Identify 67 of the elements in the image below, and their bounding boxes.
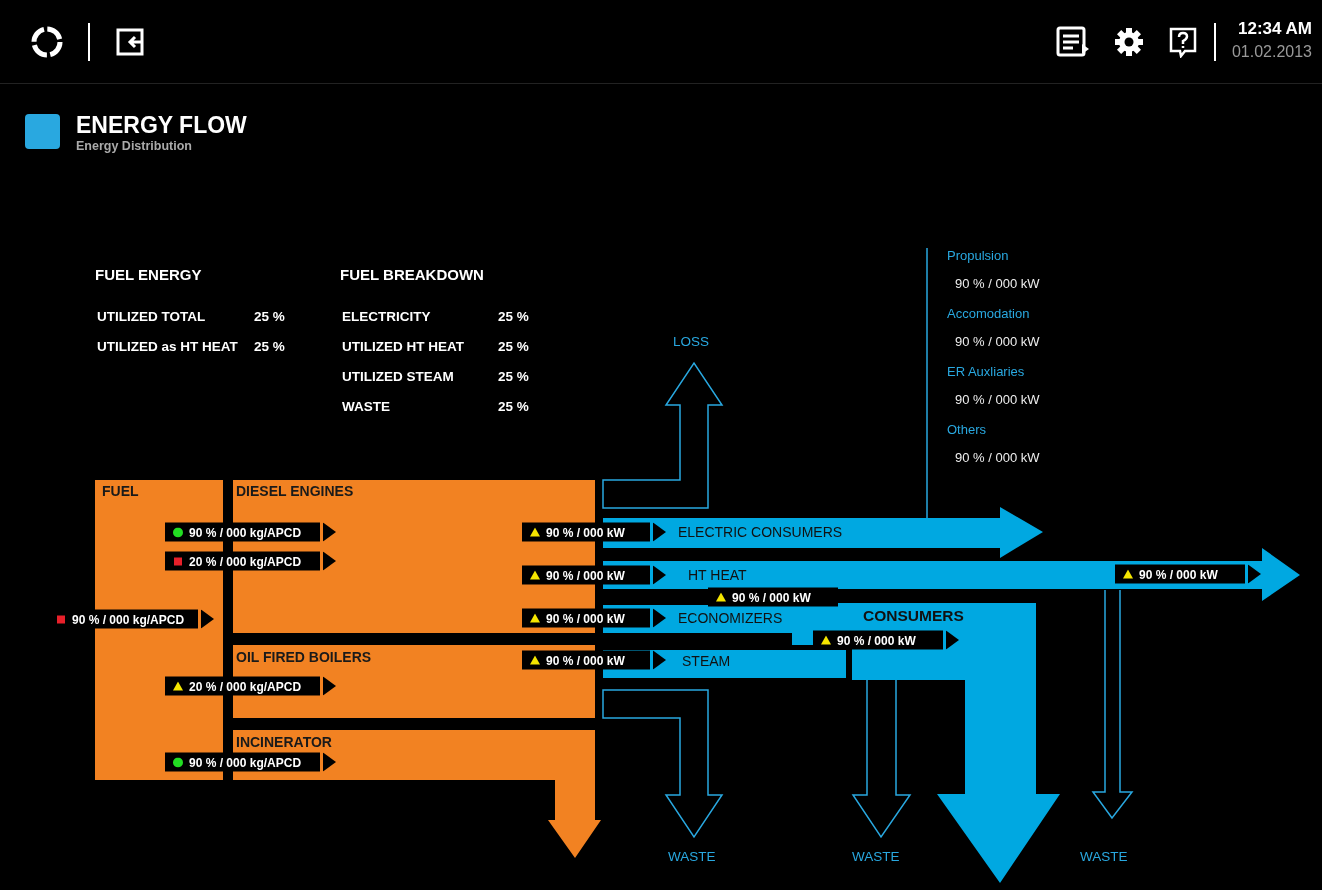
- outlet-label: WASTE: [852, 847, 900, 866]
- reading-value: 90 % / 000 kg/APCD: [72, 611, 185, 628]
- reading-value: 90 % / 000 kW: [546, 524, 625, 541]
- pointer-icon: [323, 522, 336, 542]
- pointer-icon: [323, 551, 336, 571]
- outlet-label: WASTE: [1080, 847, 1128, 866]
- table-value: 25 %: [498, 397, 529, 416]
- reading-value: 20 % / 000 kg/APCD: [189, 678, 302, 695]
- help-icon[interactable]: [1167, 25, 1198, 58]
- reading-value: 90 % / 000 kW: [546, 652, 625, 669]
- consumer-label: Propulsion: [947, 247, 1009, 266]
- pointer-icon: [1248, 564, 1261, 584]
- block-label: DIESEL ENGINES: [236, 481, 354, 501]
- reading-value: 90 % / 000 kg/APCD: [189, 524, 302, 541]
- table-value: 25 %: [254, 307, 285, 326]
- flow-label: ELECTRIC CONSUMERS: [678, 522, 843, 542]
- clock-time: 12:34 AM: [1237, 19, 1312, 40]
- flow-label: ECONOMIZERS: [678, 608, 783, 628]
- pointer-icon: [201, 609, 214, 629]
- consumer-reading: 90 % / 000 kW: [955, 333, 1040, 352]
- table-label: UTILIZED as HT HEAT: [97, 337, 238, 356]
- consumer-label: Others: [947, 421, 986, 440]
- reading-value: 20 % / 000 kg/APCD: [189, 553, 302, 570]
- block-label: INCINERATOR: [236, 732, 332, 752]
- pointer-icon: [323, 752, 336, 772]
- table-label: UTILIZED TOTAL: [97, 307, 206, 326]
- outlet-label: LOSS: [673, 332, 710, 351]
- reading-value: 90 % / 000 kW: [546, 610, 625, 627]
- page-subtitle: Energy Distribution: [76, 138, 193, 155]
- consumer-reading: 90 % / 000 kW: [955, 391, 1040, 410]
- table-heading: FUEL ENERGY: [95, 264, 202, 285]
- table-value: 25 %: [254, 337, 285, 356]
- table-label: UTILIZED STEAM: [342, 367, 454, 386]
- consumer-reading: 90 % / 000 kW: [955, 449, 1040, 468]
- clock-date: 01.02.2013: [1231, 41, 1312, 62]
- table-label: UTILIZED HT HEAT: [342, 337, 464, 356]
- reading-value: 90 % / 000 kW: [837, 632, 916, 649]
- pointer-icon: [653, 565, 666, 585]
- outlet-label: WASTE: [668, 847, 716, 866]
- table-label: WASTE: [342, 397, 390, 416]
- pointer-icon: [653, 650, 666, 670]
- pointer-icon: [323, 676, 336, 696]
- block-label: FUEL: [102, 481, 139, 501]
- table-heading: FUEL BREAKDOWN: [340, 264, 484, 285]
- pointer-icon: [946, 630, 959, 650]
- page-icon: [25, 114, 60, 149]
- consumer-label: Accomodation: [947, 305, 1030, 324]
- consumer-reading: 90 % / 000 kW: [955, 275, 1040, 294]
- reading-value: 90 % / 000 kW: [732, 589, 811, 606]
- flow-label: STEAM: [682, 651, 731, 671]
- report-icon[interactable]: [1055, 25, 1090, 58]
- block-label: OIL FIRED BOILERS: [236, 647, 372, 667]
- reading-value: 90 % / 000 kW: [1139, 566, 1218, 583]
- flow-label: HT HEAT: [688, 565, 747, 585]
- table-label: ELECTRICITY: [342, 307, 431, 326]
- pointer-icon: [653, 608, 666, 628]
- page-title: ENERGY FLOW: [76, 114, 247, 137]
- reading-value: 90 % / 000 kW: [546, 567, 625, 584]
- flow-label: CONSUMERS: [863, 606, 964, 627]
- reading-value: 90 % / 000 kg/APCD: [189, 754, 302, 771]
- table-value: 25 %: [498, 337, 529, 356]
- pointer-icon: [653, 522, 666, 542]
- consumer-label: ER Auxliaries: [947, 363, 1025, 382]
- table-value: 25 %: [498, 307, 529, 326]
- settings-icon[interactable]: [1113, 26, 1144, 57]
- table-value: 25 %: [498, 367, 529, 386]
- refresh-icon[interactable]: [30, 24, 64, 59]
